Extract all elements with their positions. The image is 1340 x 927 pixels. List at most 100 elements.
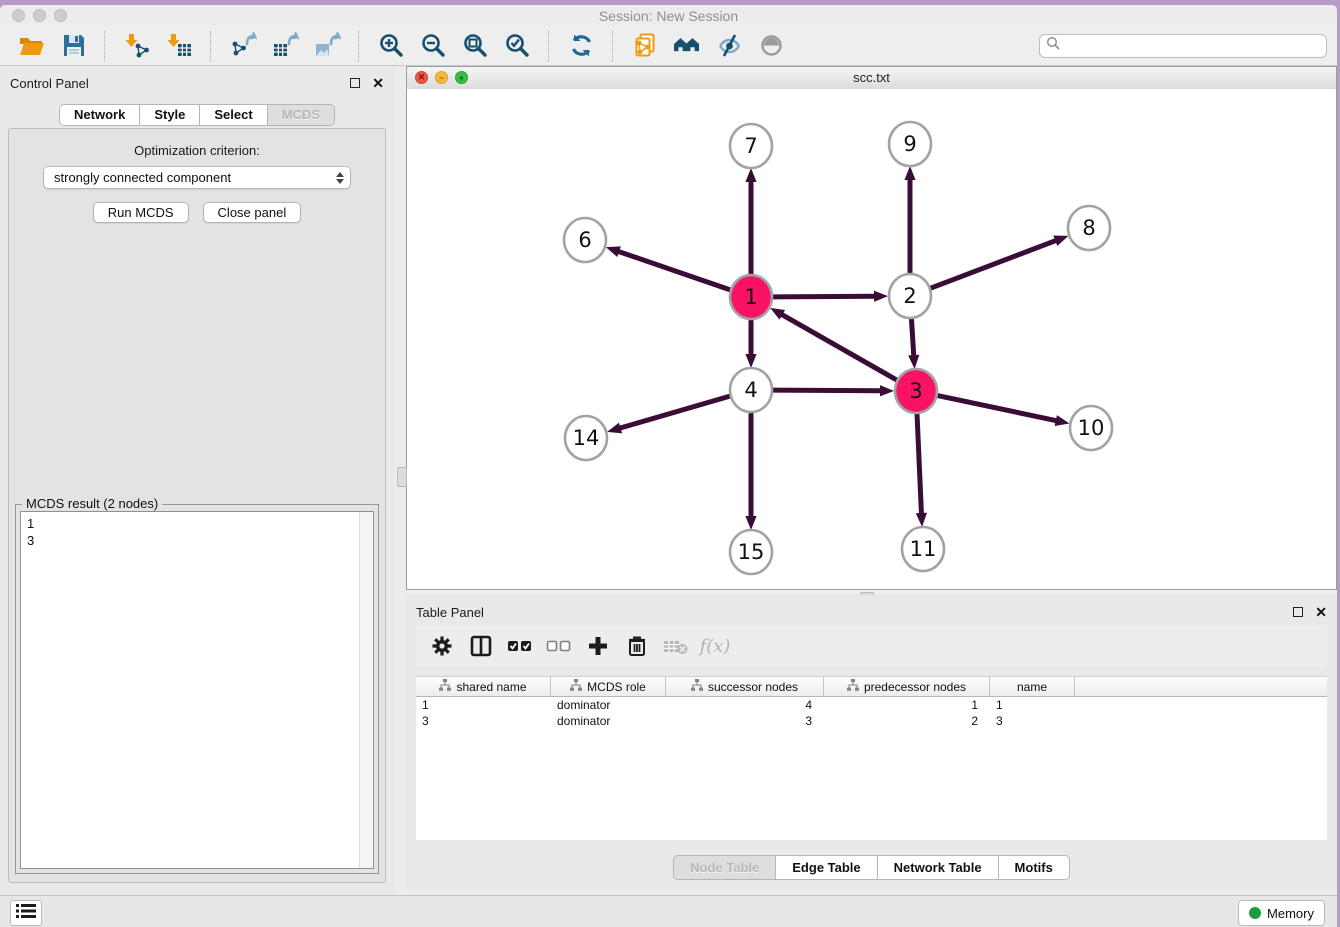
mcds-result-node: 1: [27, 515, 367, 532]
tab-edge-table[interactable]: Edge Table: [775, 855, 876, 880]
edge-4-3[interactable]: [773, 390, 883, 391]
import-table-icon[interactable]: [164, 31, 194, 61]
tab-network[interactable]: Network: [59, 104, 139, 126]
export-table-icon[interactable]: [270, 31, 300, 61]
edge-3-1[interactable]: [780, 313, 897, 380]
tab-node-table[interactable]: Node Table: [673, 855, 775, 880]
panel-splitter-handle[interactable]: [397, 467, 407, 487]
close-panel-icon[interactable]: ✕: [372, 78, 384, 88]
node-1[interactable]: 1: [730, 275, 772, 319]
select-all-icon[interactable]: [506, 632, 534, 660]
zoom-out-icon[interactable]: [418, 31, 448, 61]
column-header-MCDS-role[interactable]: MCDS role: [551, 677, 666, 696]
edge-arrow-4-15: [745, 516, 756, 530]
edge-arrow-2-8: [1053, 236, 1068, 246]
table-cell[interactable]: 1: [990, 697, 1075, 713]
network-canvas[interactable]: 7 9 6 8 1 2 4 3 14 10 15 11: [407, 89, 1336, 589]
edge-4-14[interactable]: [618, 396, 730, 429]
table-row[interactable]: 3dominator323: [416, 713, 1327, 729]
column-header-predecessor-nodes[interactable]: predecessor nodes: [824, 677, 990, 696]
column-header-shared-name[interactable]: shared name: [416, 677, 551, 696]
tab-select[interactable]: Select: [199, 104, 266, 126]
mcds-result-list[interactable]: 13: [20, 511, 374, 869]
table-cell[interactable]: 4: [666, 697, 824, 713]
table-cell[interactable]: dominator: [551, 697, 666, 713]
delete-columns-icon[interactable]: [623, 632, 651, 660]
clone-network-icon[interactable]: [630, 31, 660, 61]
node-4[interactable]: 4: [730, 368, 772, 412]
network-title: scc.txt: [407, 70, 1336, 85]
node-7[interactable]: 7: [730, 124, 772, 168]
node-2[interactable]: 2: [889, 274, 931, 318]
node-6[interactable]: 6: [564, 218, 606, 262]
edge-1-6[interactable]: [616, 251, 730, 290]
tab-motifs[interactable]: Motifs: [998, 855, 1070, 880]
import-network-icon[interactable]: [122, 31, 152, 61]
column-header-label: successor nodes: [708, 680, 798, 694]
criterion-select[interactable]: strongly connected component: [43, 166, 351, 189]
edge-2-3[interactable]: [911, 318, 914, 358]
table-cell[interactable]: 1: [416, 697, 551, 713]
zoom-fit-icon[interactable]: [460, 31, 490, 61]
column-header-label: shared name: [456, 680, 526, 694]
export-image-icon[interactable]: [312, 31, 342, 61]
search-box[interactable]: [1039, 34, 1327, 58]
float-table-panel-icon[interactable]: [1293, 607, 1303, 617]
table-cell[interactable]: 3: [990, 713, 1075, 729]
node-10[interactable]: 10: [1070, 406, 1112, 450]
export-network-icon[interactable]: [228, 31, 258, 61]
network-view-titlebar[interactable]: ✕ − + scc.txt: [407, 67, 1336, 90]
search-input[interactable]: [1065, 37, 1320, 54]
network-view-window: ✕ − + scc.txt 7 9 6 8 1 2 4 3 14 10 15 11: [406, 66, 1337, 590]
node-label: 1: [744, 285, 757, 309]
table-cell[interactable]: 1: [824, 697, 990, 713]
table-cell[interactable]: dominator: [551, 713, 666, 729]
criterion-select-value: strongly connected component: [54, 170, 336, 185]
node-11[interactable]: 11: [902, 527, 944, 571]
close-table-panel-icon[interactable]: ✕: [1315, 607, 1327, 617]
close-panel-button[interactable]: Close panel: [203, 202, 302, 223]
settings-gear-icon[interactable]: [428, 632, 456, 660]
toggle-columns-icon[interactable]: [467, 632, 495, 660]
save-session-icon[interactable]: [58, 31, 88, 61]
memory-status-icon: [1249, 907, 1261, 919]
hide-graphics-details-icon[interactable]: [714, 31, 744, 61]
table-cell[interactable]: 2: [824, 713, 990, 729]
node-14[interactable]: 14: [565, 416, 607, 460]
node-15[interactable]: 15: [730, 530, 772, 574]
column-header-name[interactable]: name: [990, 677, 1075, 696]
task-history-button[interactable]: [10, 900, 42, 926]
edge-3-11[interactable]: [917, 413, 922, 516]
tab-mcds[interactable]: MCDS: [267, 104, 335, 126]
node-3[interactable]: 3: [895, 369, 937, 413]
node-9[interactable]: 9: [889, 122, 931, 166]
first-neighbors-icon[interactable]: [672, 31, 702, 61]
edge-arrow-1-6: [606, 246, 621, 257]
deselect-all-icon[interactable]: [545, 632, 573, 660]
tab-network-table[interactable]: Network Table: [877, 855, 998, 880]
edge-3-10[interactable]: [938, 396, 1059, 422]
node-label: 15: [738, 540, 765, 564]
node-label: 14: [573, 426, 600, 450]
tab-style[interactable]: Style: [139, 104, 199, 126]
table-row[interactable]: 1dominator411: [416, 697, 1327, 713]
result-scrollbar[interactable]: [359, 512, 373, 868]
show-graphics-details-icon: [756, 31, 786, 61]
edge-1-2[interactable]: [773, 296, 877, 297]
float-panel-icon[interactable]: [350, 78, 360, 88]
zoom-in-icon[interactable]: [376, 31, 406, 61]
table-cell[interactable]: 3: [416, 713, 551, 729]
node-8[interactable]: 8: [1068, 206, 1110, 250]
zoom-selected-icon[interactable]: [502, 31, 532, 61]
column-header-successor-nodes[interactable]: successor nodes: [666, 677, 824, 696]
node-label: 9: [903, 132, 916, 156]
edge-2-8[interactable]: [931, 240, 1059, 288]
run-mcds-button[interactable]: Run MCDS: [93, 202, 189, 223]
column-type-icon: [570, 679, 582, 694]
open-session-icon[interactable]: [16, 31, 46, 61]
network-graph[interactable]: 7 9 6 8 1 2 4 3 14 10 15 11: [407, 89, 1336, 590]
apply-layout-icon[interactable]: [566, 31, 596, 61]
memory-button[interactable]: Memory: [1238, 900, 1325, 926]
create-column-icon[interactable]: [584, 632, 612, 660]
table-cell[interactable]: 3: [666, 713, 824, 729]
